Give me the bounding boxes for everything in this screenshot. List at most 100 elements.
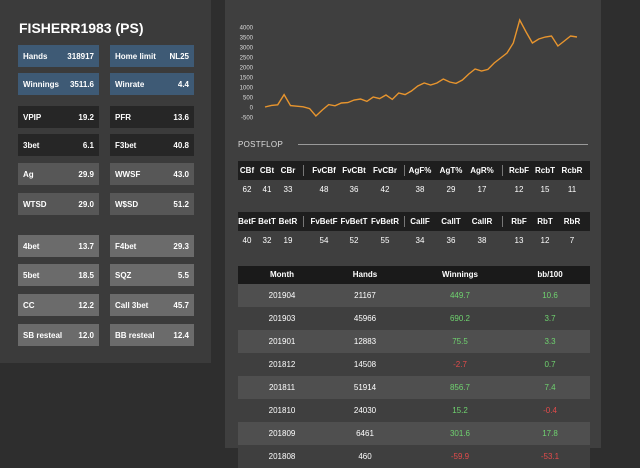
monthly-cell-hands: 24030 bbox=[353, 406, 377, 415]
postflop-header-cell: FvBetF bbox=[310, 217, 338, 226]
postflop-value-cell: 29 bbox=[446, 185, 456, 194]
stat-value: 12.0 bbox=[78, 330, 94, 340]
stat-label: 5bet bbox=[23, 270, 40, 280]
postflop-value-cell: 48 bbox=[319, 185, 329, 194]
monthly-header-row: Month Hands Winnings bb/100 bbox=[238, 266, 590, 284]
stat-tile: SQZ 5.5 bbox=[110, 264, 194, 286]
postflop-value-row: 62 41 33 48 36 42 38 29 17 12 15 11 bbox=[238, 180, 590, 199]
postflop-header-cell: CallT bbox=[441, 217, 461, 226]
postflop-header-cell: AgT% bbox=[439, 166, 463, 175]
y-tick-label: 0 bbox=[250, 106, 254, 112]
column-separator bbox=[303, 165, 304, 176]
stat-tile: Ag 29.9 bbox=[18, 163, 99, 185]
stat-label: Hands bbox=[23, 51, 48, 61]
y-tick-label: 1500 bbox=[240, 76, 254, 82]
postflop-value-cell: 36 bbox=[349, 185, 359, 194]
player-title: FISHERR1983 (PS) bbox=[19, 20, 144, 36]
monthly-cell-month: 201901 bbox=[268, 337, 296, 346]
stat-tile: Call 3bet 45.7 bbox=[110, 294, 194, 316]
postflop-header-cell: RbR bbox=[563, 217, 581, 226]
monthly-cell-month: 201904 bbox=[268, 291, 296, 300]
postflop-header-cell: CBr bbox=[280, 166, 296, 175]
monthly-cell-bb: 10.6 bbox=[542, 291, 558, 300]
stat-tile: CC 12.2 bbox=[18, 294, 99, 316]
stat-value: 18.5 bbox=[78, 270, 94, 280]
monthly-row: 201904 21167 449.7 10.6 bbox=[238, 284, 590, 307]
stat-label: F3bet bbox=[115, 140, 137, 150]
stat-label: Ag bbox=[23, 169, 34, 179]
postflop-header-cell: BetT bbox=[258, 217, 276, 226]
column-separator bbox=[502, 165, 503, 176]
monthly-cell-hands: 51914 bbox=[353, 383, 377, 392]
monthly-cell-bb: 17.8 bbox=[542, 429, 558, 438]
column-separator bbox=[404, 216, 405, 227]
monthly-cell-winnings: 301.6 bbox=[449, 429, 471, 438]
stat-value: NL25 bbox=[169, 51, 189, 61]
stat-value: 6.1 bbox=[82, 140, 94, 150]
postflop-header-cell: RcbT bbox=[535, 166, 555, 175]
postflop-header-cell: AgF% bbox=[408, 166, 432, 175]
stat-tile: 4bet 13.7 bbox=[18, 235, 99, 257]
stat-value: 43.0 bbox=[173, 169, 189, 179]
monthly-row: 201810 24030 15.2 -0.4 bbox=[238, 399, 590, 422]
postflop-value-cell: 15 bbox=[540, 185, 550, 194]
postflop-section-label: POSTFLOP bbox=[238, 140, 284, 149]
stat-tile: 5bet 18.5 bbox=[18, 264, 99, 286]
monthly-row: 201808 460 -59.9 -53.1 bbox=[238, 445, 590, 468]
stat-label: PFR bbox=[115, 112, 131, 122]
player-stats-panel: FISHERR1983 (PS) Hands 318917 Home limit NL… bbox=[0, 0, 211, 363]
monthly-cell-hands: 6461 bbox=[356, 429, 374, 438]
postflop-value-cell: 12 bbox=[514, 185, 524, 194]
stat-label: SQZ bbox=[115, 270, 132, 280]
postflop-header-row: BetF BetT BetR FvBetF FvBetT FvBetR CallF CallT… bbox=[238, 212, 590, 231]
monthly-header-cell: Winnings bbox=[442, 270, 478, 279]
postflop-header-cell: CallF bbox=[410, 217, 430, 226]
monthly-cell-bb: -0.4 bbox=[543, 406, 557, 415]
stat-tile: SB resteal 12.0 bbox=[18, 324, 99, 346]
monthly-cell-winnings: -59.9 bbox=[450, 452, 470, 461]
postflop-header-cell: FvCBr bbox=[372, 166, 398, 175]
monthly-cell-hands: 460 bbox=[358, 452, 372, 461]
postflop-header-cell: RcbF bbox=[509, 166, 529, 175]
postflop-value-cell: 41 bbox=[262, 185, 272, 194]
postflop-value-cell: 42 bbox=[380, 185, 390, 194]
winnings-series-line bbox=[264, 18, 578, 118]
monthly-cell-hands: 12883 bbox=[353, 337, 377, 346]
postflop-table-1: CBf CBt CBr FvCBf FvCBt FvCBr AgF% AgT% AgR% RcbF… bbox=[238, 161, 590, 199]
stat-tile: F4bet 29.3 bbox=[110, 235, 194, 257]
stat-value: 13.7 bbox=[78, 241, 94, 251]
stat-tile: WTSD 29.0 bbox=[18, 193, 99, 215]
monthly-cell-month: 201808 bbox=[268, 452, 296, 461]
postflop-header-cell: FvBetR bbox=[370, 217, 400, 226]
monthly-row: 201901 12883 75.5 3.3 bbox=[238, 330, 590, 353]
stat-tile: Winnings 3511.6 bbox=[18, 73, 99, 95]
monthly-row: 201811 51914 856.7 7.4 bbox=[238, 376, 590, 399]
y-tick-label: -500 bbox=[241, 116, 254, 122]
stat-label: Home limit bbox=[115, 51, 156, 61]
stat-tile: VPIP 19.2 bbox=[18, 106, 99, 128]
postflop-header-cell: CBf bbox=[239, 166, 255, 175]
stat-tile: 3bet 6.1 bbox=[18, 134, 99, 156]
monthly-cell-bb: 3.3 bbox=[544, 337, 556, 346]
monthly-row: 201812 14508 -2.7 0.7 bbox=[238, 353, 590, 376]
monthly-cell-hands: 21167 bbox=[354, 291, 376, 300]
stat-tile: W$SD 51.2 bbox=[110, 193, 194, 215]
postflop-header-cell: BetF bbox=[238, 217, 256, 226]
postflop-value-cell: 36 bbox=[446, 236, 456, 245]
column-separator bbox=[502, 216, 503, 227]
postflop-value-cell: 62 bbox=[242, 185, 252, 194]
stat-value: 40.8 bbox=[173, 140, 189, 150]
stat-label: VPIP bbox=[23, 112, 42, 122]
column-separator bbox=[404, 165, 405, 176]
y-tick-label: 3500 bbox=[240, 36, 254, 42]
postflop-value-cell: 55 bbox=[380, 236, 390, 245]
stat-tile: Hands 318917 bbox=[18, 45, 99, 67]
monthly-cell-bb: -53.1 bbox=[540, 452, 560, 461]
stat-tile: WWSF 43.0 bbox=[110, 163, 194, 185]
y-tick-label: 2500 bbox=[240, 56, 254, 62]
monthly-cell-hands: 45966 bbox=[353, 314, 377, 323]
stat-tile: Winrate 4.4 bbox=[110, 73, 194, 95]
stat-value: 12.2 bbox=[78, 300, 94, 310]
monthly-cell-bb: 0.7 bbox=[544, 360, 556, 369]
postflop-header-cell: RbF bbox=[511, 217, 527, 226]
